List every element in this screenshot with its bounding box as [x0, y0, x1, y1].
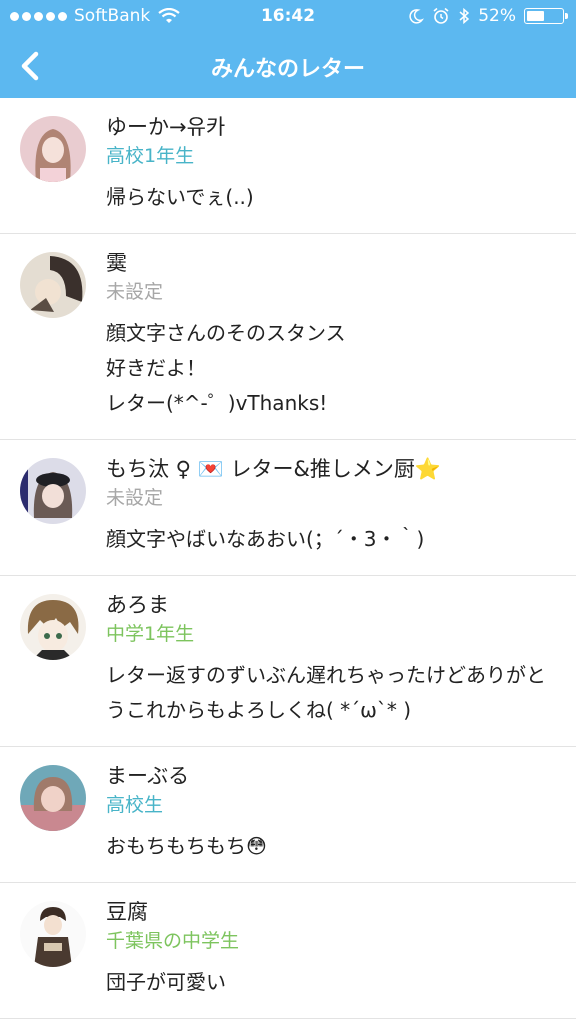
avatar[interactable]	[20, 594, 86, 660]
avatar[interactable]	[20, 252, 86, 318]
sender-grade: 高校生	[106, 794, 164, 816]
alarm-icon	[433, 7, 449, 24]
letter-item[interactable]: あろま 中学1年生 レター返すのずいぶん遅れちゃったけどありがとうこれからもよろ…	[0, 576, 576, 747]
header: SoftBank 16:42 52% みんなのレター	[0, 0, 576, 98]
page-title: みんなのレター	[210, 57, 365, 82]
sender-grade: 未設定	[106, 281, 164, 303]
letter-message: 帰らないでぇ(..)	[106, 185, 254, 209]
status-bar: SoftBank 16:42 52%	[0, 0, 576, 34]
sender-grade: 高校1年生	[106, 145, 195, 167]
letter-item[interactable]: 霙 未設定 顔文字さんのそのスタンス 好きだよ！ レター(*^-゜)vThank…	[0, 234, 576, 440]
letter-message: おもちもちもち😳	[106, 834, 267, 858]
bluetooth-icon	[459, 7, 470, 25]
moon-icon	[409, 9, 425, 24]
sender-name: 霙	[106, 251, 127, 275]
letter-message: 団子が可愛い	[106, 970, 226, 994]
sender-name: 豆腐	[106, 900, 148, 924]
sender-name: まーぶる	[106, 764, 190, 788]
letter-list: ゆーか→유카 高校1年生 帰らないでぇ(..) 霙 未設定 顔文字さんのそのスタ…	[0, 98, 576, 1019]
navigation-bar: みんなのレター	[0, 34, 576, 98]
avatar[interactable]	[20, 458, 86, 524]
letter-item[interactable]: まーぶる 高校生 おもちもちもち😳	[0, 747, 576, 883]
avatar[interactable]	[20, 901, 86, 967]
battery-percent: 52%	[478, 6, 516, 26]
sender-name: ゆーか→유카	[106, 115, 226, 139]
letter-message: 顔文字さんのそのスタンス 好きだよ！ レター(*^-゜)vThanks!	[106, 321, 346, 415]
battery-icon	[524, 8, 568, 24]
sender-name: あろま	[106, 593, 169, 617]
letter-item[interactable]: もち汰 ♀ 💌 レター&推しメン厨⭐ 未設定 顔文字やばいなあおい(；´・3・｀…	[0, 440, 576, 576]
avatar[interactable]	[20, 765, 86, 831]
sender-name: もち汰 ♀ 💌 レター&推しメン厨⭐	[106, 457, 442, 481]
avatar[interactable]	[20, 116, 86, 182]
letter-message: 顔文字やばいなあおい(；´・3・｀)	[106, 527, 425, 551]
sender-grade: 未設定	[106, 487, 164, 509]
letter-message: レター返すのずいぶん遅れちゃったけどありがとうこれからもよろしくね( *´ω`*…	[106, 663, 546, 722]
letter-item[interactable]: ゆーか→유카 高校1年生 帰らないでぇ(..)	[0, 98, 576, 234]
sender-grade: 中学1年生	[106, 623, 195, 645]
letter-item[interactable]: 豆腐 千葉県の中学生 団子が可愛い	[0, 883, 576, 1019]
sender-grade: 千葉県の中学生	[106, 930, 240, 952]
